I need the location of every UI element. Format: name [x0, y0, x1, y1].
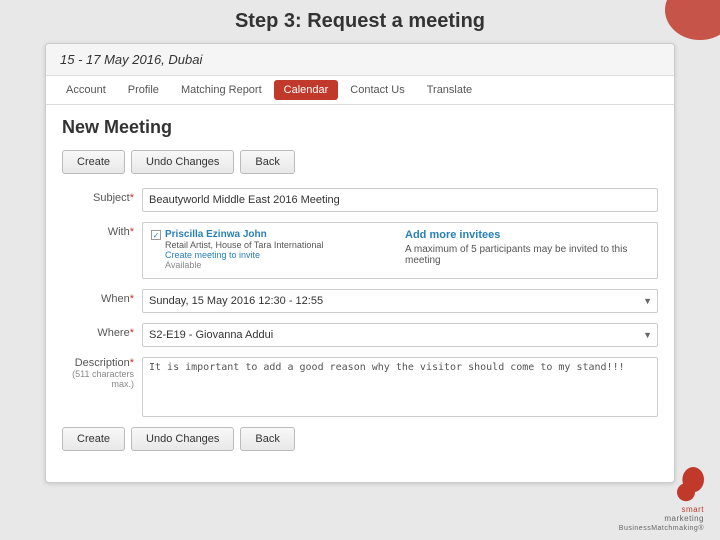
nav-contact-us[interactable]: Contact Us: [340, 80, 414, 100]
with-box: ✓ Priscilla Ezinwa John Retail Artist, H…: [142, 222, 658, 279]
description-label-block: Description (511 characters max.): [62, 357, 142, 389]
subject-input[interactable]: [142, 188, 658, 212]
invitee-info: Priscilla Ezinwa John Retail Artist, Hou…: [165, 229, 323, 270]
invitee-name: Priscilla Ezinwa John: [165, 229, 323, 240]
subject-group: Subject: [62, 188, 658, 212]
nav-matching-report[interactable]: Matching Report: [171, 80, 272, 100]
invitee-checkbox[interactable]: ✓: [151, 230, 161, 240]
where-label: Where: [62, 323, 142, 339]
invitee-row: ✓ Priscilla Ezinwa John Retail Artist, H…: [151, 229, 395, 270]
when-select-wrapper: ▼: [142, 289, 658, 313]
brand-smart: smart: [682, 505, 705, 514]
with-label: With: [62, 222, 142, 238]
brand-text: smart marketing BusinessMatchmaking®: [619, 505, 704, 532]
invitee-status: Available: [165, 260, 323, 270]
when-group: When ▼: [62, 289, 658, 313]
where-select-wrapper: ▼: [142, 323, 658, 347]
where-group: Where ▼: [62, 323, 658, 347]
max-invitees-note: A maximum of 5 participants may be invit…: [405, 244, 649, 266]
back-button-bottom[interactable]: Back: [240, 427, 294, 451]
nav-account[interactable]: Account: [56, 80, 116, 100]
when-label: When: [62, 289, 142, 305]
section-title: New Meeting: [62, 117, 658, 138]
page-wrapper: Step 3: Request a meeting 15 - 17 May 20…: [0, 0, 720, 540]
brand-matchmaking: BusinessMatchmaking®: [619, 525, 704, 532]
description-textarea[interactable]: It is important to add a good reason why…: [142, 357, 658, 417]
nav-calendar[interactable]: Calendar: [274, 80, 339, 100]
brand-marketing: marketing: [664, 514, 704, 523]
event-header: 15 - 17 May 2016, Dubai: [46, 44, 674, 76]
description-group: Description (511 characters max.) It is …: [62, 357, 658, 417]
with-group: With ✓ Priscilla Ezinwa John Retail Arti…: [62, 222, 658, 279]
undo-button-top[interactable]: Undo Changes: [131, 150, 234, 174]
page-title: Step 3: Request a meeting: [235, 10, 485, 33]
with-left: ✓ Priscilla Ezinwa John Retail Artist, H…: [151, 229, 395, 272]
invitee-action[interactable]: Create meeting to invite: [165, 250, 323, 260]
subject-label: Subject: [62, 188, 142, 204]
nav-translate[interactable]: Translate: [417, 80, 482, 100]
nav-profile[interactable]: Profile: [118, 80, 169, 100]
content-area: New Meeting Create Undo Changes Back Sub…: [46, 105, 674, 477]
bottom-action-bar: Create Undo Changes Back: [62, 427, 658, 451]
brand-logo: smart marketing BusinessMatchmaking®: [619, 467, 704, 532]
with-right: Add more invitees A maximum of 5 partici…: [405, 229, 649, 272]
create-button-top[interactable]: Create: [62, 150, 125, 174]
top-action-bar: Create Undo Changes Back: [62, 150, 658, 174]
where-input[interactable]: [142, 323, 658, 347]
create-button-bottom[interactable]: Create: [62, 427, 125, 451]
invitee-role: Retail Artist, House of Tara Internation…: [165, 240, 323, 250]
description-sublabel: (511 characters max.): [62, 369, 134, 389]
browser-window: 15 - 17 May 2016, Dubai Account Profile …: [45, 43, 675, 483]
description-label: Description: [62, 357, 134, 369]
brand-icon: [668, 467, 704, 503]
undo-button-bottom[interactable]: Undo Changes: [131, 427, 234, 451]
when-input[interactable]: [142, 289, 658, 313]
add-invitees-link[interactable]: Add more invitees: [405, 229, 649, 241]
nav-bar: Account Profile Matching Report Calendar…: [46, 76, 674, 105]
back-button-top[interactable]: Back: [240, 150, 294, 174]
